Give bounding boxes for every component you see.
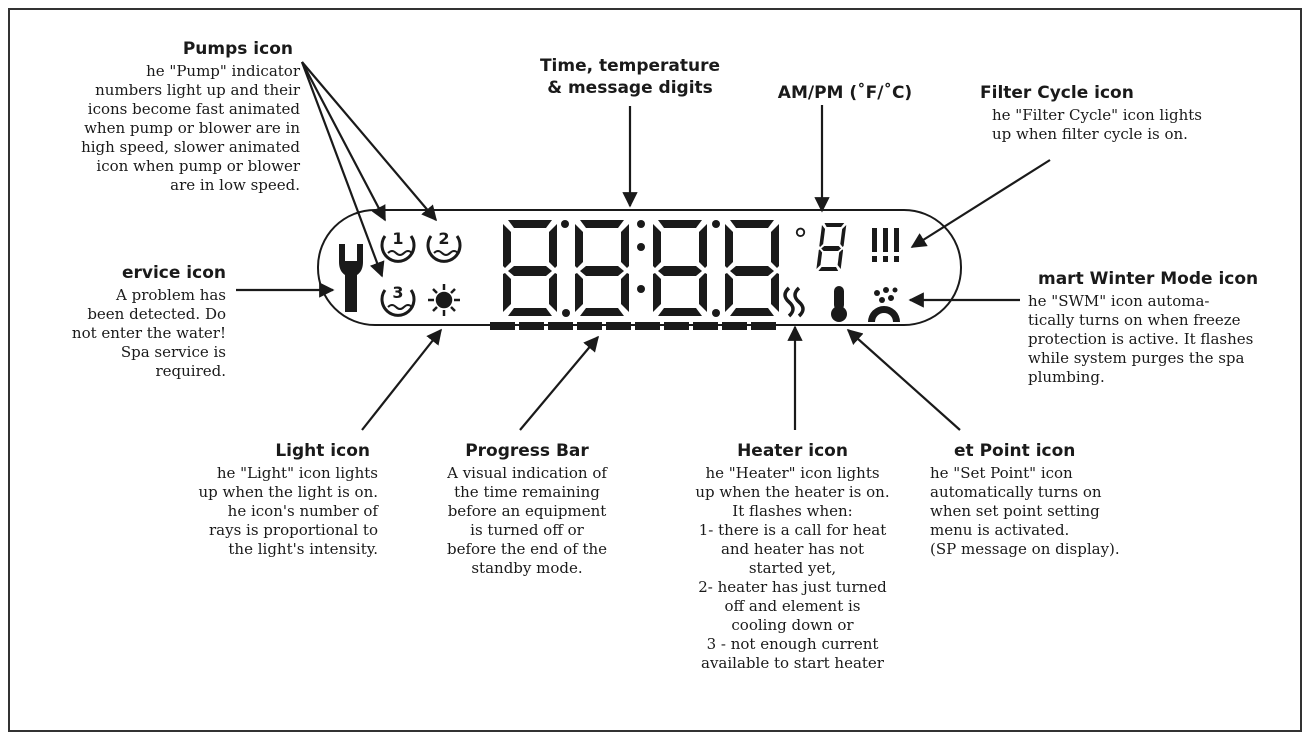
filter-annotation: Filter Cycle icon he "Filter Cycle" icon… [980, 82, 1260, 144]
setpoint-title: et Point icon [954, 441, 1076, 461]
pump-3-number: 3 [392, 283, 403, 302]
light-icon [428, 284, 460, 316]
heater-title: Heater icon [737, 441, 848, 461]
progress-segment [722, 322, 747, 330]
heater-icon [783, 286, 805, 318]
progress-segment [606, 322, 631, 330]
colon-bottom [637, 285, 645, 293]
winter-text: he "SWM" icon automa- tically turns on w… [1028, 292, 1254, 386]
digit-4 [725, 220, 779, 316]
progress-segment [548, 322, 573, 330]
pumps-annotation: Pumps icon he "Pump" indicator numbers l… [70, 38, 300, 195]
heater-text: he "Heater" icon lights up when the heat… [695, 464, 890, 672]
filter-title: Filter Cycle icon [980, 83, 1134, 103]
arrow-pump-2 [301, 61, 437, 222]
service-text: A problem has been detected. Do not ente… [71, 286, 226, 380]
ampm-unit-digit [816, 223, 847, 271]
winter-annotation: mart Winter Mode icon he "SWM" icon auto… [1028, 268, 1298, 387]
heater-annotation: Heater icon he "Heater" icon lights up w… [670, 440, 915, 673]
pumps-text: he "Pump" indicator numbers light up and… [81, 62, 300, 194]
digit-dot-top-3 [637, 220, 645, 228]
progress-segment [664, 322, 689, 330]
progress-text: A visual indication of the time remainin… [446, 464, 608, 577]
filter-cycle-icon [872, 228, 899, 262]
winter-title: mart Winter Mode icon [1038, 269, 1259, 289]
arrow-pump-1 [301, 61, 386, 222]
light-text: he "Light" icon lights up when the light… [198, 464, 378, 558]
light-annotation: Light icon he "Light" icon lights up whe… [160, 440, 378, 559]
decimal-point-2 [712, 309, 720, 317]
arrow-light [361, 328, 442, 431]
digit-dot-top-1 [561, 220, 569, 228]
light-title: Light icon [275, 441, 370, 461]
progress-annotation: Progress Bar A visual indication of the … [412, 440, 642, 578]
arrow-setpoint [846, 328, 961, 431]
wrench-icon [339, 244, 363, 312]
progress-segment [519, 322, 544, 330]
setpoint-text: he "Set Point" icon automatically turns … [930, 464, 1120, 558]
decimal-point-1 [562, 309, 570, 317]
ampm-annotation: AM/PM (˚F/˚C) [755, 82, 935, 106]
pump-1-number: 1 [392, 229, 403, 248]
progress-segment [693, 322, 718, 330]
progress-segment [577, 322, 602, 330]
pump-2-number: 2 [438, 229, 449, 248]
progress-segment [635, 322, 660, 330]
ampm-title: AM/PM (˚F/˚C) [777, 83, 913, 103]
colon-top [637, 243, 645, 251]
digit-dot-top-2 [712, 220, 720, 228]
set-point-icon [831, 286, 847, 322]
smart-winter-mode-icon [868, 287, 900, 322]
arrow-pump-3 [300, 61, 385, 278]
digit-3 [653, 220, 707, 316]
filter-text: he "Filter Cycle" icon lights up when fi… [992, 106, 1202, 143]
service-title: ervice icon [121, 263, 226, 283]
time-title: Time, temperature & message digits [539, 56, 721, 98]
digit-1 [503, 220, 557, 316]
arrow-filter [910, 159, 1051, 248]
degree-symbol: ° [793, 223, 808, 258]
progress-segment [490, 322, 515, 330]
service-annotation: ervice icon A problem has been detected.… [40, 262, 226, 381]
arrow-progress [519, 335, 599, 431]
pumps-title: Pumps icon [182, 39, 293, 59]
progress-title: Progress Bar [465, 441, 589, 461]
seven-segment-digits [503, 220, 779, 317]
digit-2 [575, 220, 629, 316]
progress-segment [751, 322, 776, 330]
setpoint-annotation: et Point icon he "Set Point" icon automa… [930, 440, 1170, 559]
time-annotation: Time, temperature & message digits [520, 55, 740, 101]
